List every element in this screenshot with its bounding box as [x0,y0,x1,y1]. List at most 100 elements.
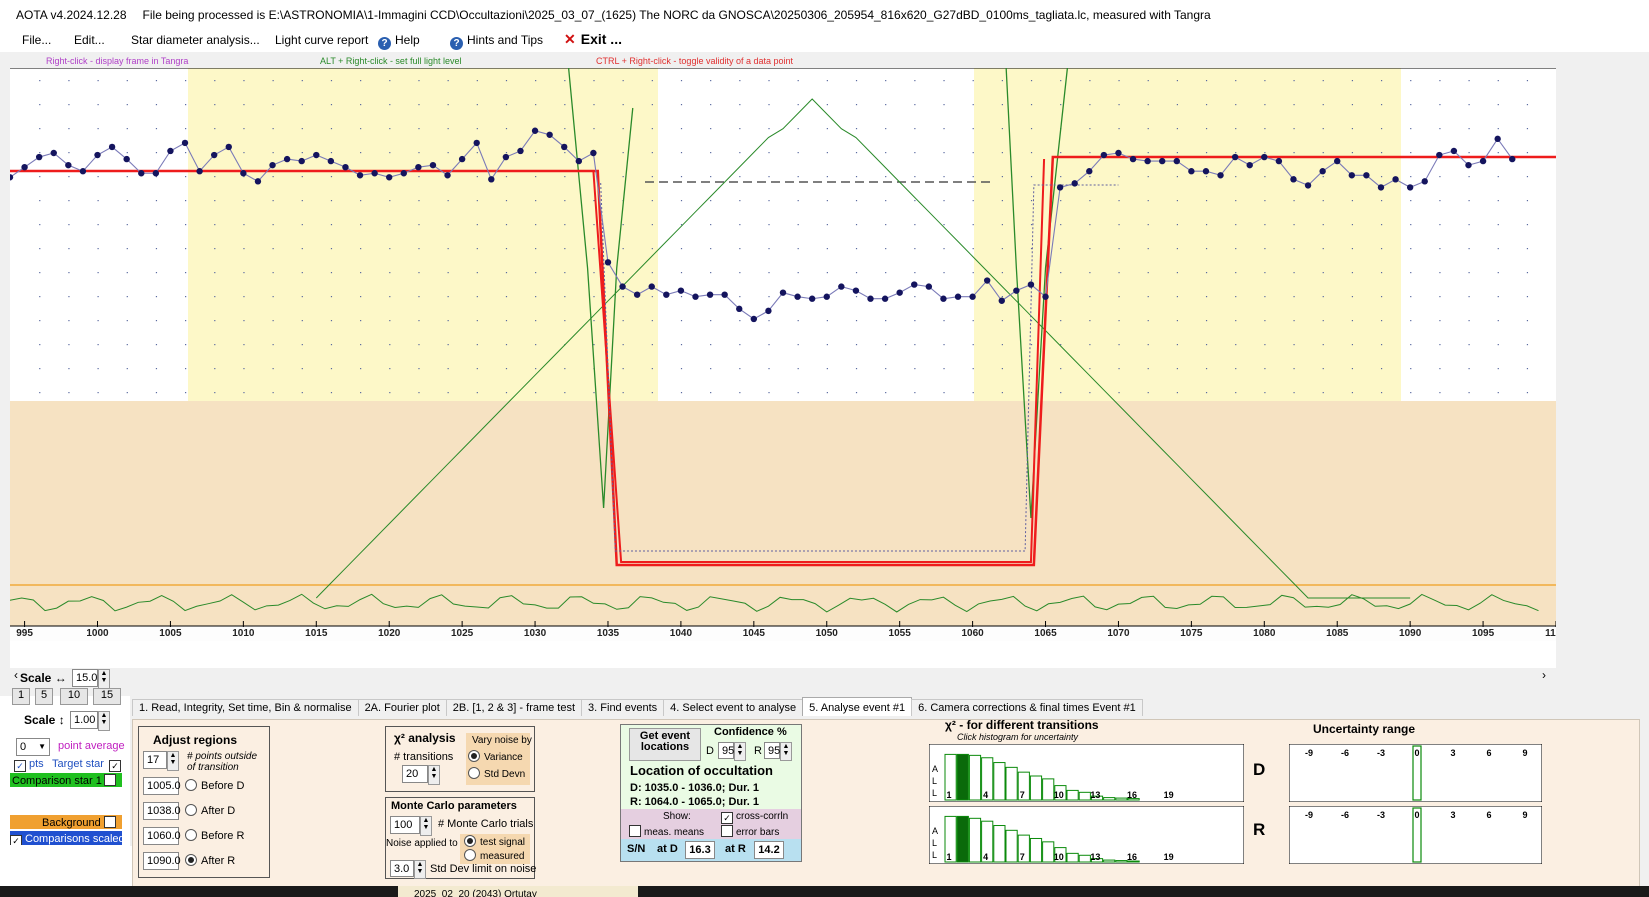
data-point[interactable] [1100,151,1108,159]
scroll-right-icon[interactable]: › [1542,668,1546,682]
data-point[interactable] [1261,153,1268,161]
error-bars-checkbox[interactable] [721,825,733,837]
data-point[interactable] [546,131,553,138]
data-point[interactable] [1319,168,1326,175]
histogram-bar[interactable] [1029,775,1043,801]
menu-help[interactable]: ? Help [378,33,420,50]
scale-button-1[interactable]: 1 [12,688,30,705]
data-point[interactable] [167,147,174,155]
confidence-d-spinner[interactable]: ▲ ▼ [734,742,746,761]
pts-checkbox[interactable]: ✓ pts [14,758,44,772]
comparison-star-checkbox[interactable] [104,774,116,786]
transitions-value[interactable]: 20 [402,765,428,783]
data-point[interactable] [1129,155,1137,163]
data-point[interactable] [808,295,816,302]
data-point[interactable] [765,307,772,315]
scale-vertical-spinner[interactable]: ▲ ▼ [98,711,110,731]
data-point[interactable] [517,147,524,155]
data-point[interactable] [721,291,728,298]
data-point[interactable] [648,283,655,290]
data-point[interactable] [429,161,437,169]
data-point[interactable] [1027,281,1035,288]
data-point[interactable] [823,293,830,300]
points-outside-spinner[interactable]: ▲ ▼ [167,751,179,771]
comparisons-scaled-row[interactable]: ✓ Comparisons scaled [10,831,122,845]
transitions-spinner[interactable]: ▲ ▼ [428,765,440,785]
histogram-bar[interactable] [956,753,969,801]
data-point[interactable] [1275,157,1283,165]
data-point[interactable] [444,172,451,179]
data-point[interactable] [50,149,57,157]
data-point[interactable] [21,163,28,171]
data-point[interactable] [356,172,364,179]
data-point[interactable] [1494,135,1501,143]
data-point[interactable] [108,143,116,151]
monte-carlo-trials-spinner[interactable]: ▲ ▼ [420,816,432,836]
histogram-bar[interactable] [1115,797,1128,801]
histogram-bar[interactable] [968,754,982,801]
before-r-value[interactable]: 1060.0 [143,827,181,845]
data-point[interactable] [633,291,641,298]
data-point[interactable] [123,155,130,163]
after-r-value[interactable]: 1090.0 [143,852,181,870]
data-point[interactable] [502,153,510,161]
data-point[interactable] [458,155,466,163]
data-point[interactable] [1450,147,1458,155]
data-point[interactable] [750,315,758,323]
data-point[interactable] [677,287,685,294]
horizontal-scrollbar[interactable]: ‹ › [10,668,1638,684]
background-row[interactable]: Background [10,815,122,829]
menu-light-curve-report[interactable]: Light curve report [275,33,368,47]
data-point[interactable] [152,170,160,177]
menu-hints[interactable]: ? Hints and Tips [450,33,543,50]
data-point[interactable] [663,291,670,298]
data-point[interactable] [983,277,991,284]
measured-option[interactable]: measured [464,849,524,862]
tab-find-events[interactable]: 3. Find events [581,699,665,716]
data-point[interactable] [1436,151,1443,159]
data-point[interactable] [1421,178,1428,185]
test-signal-option[interactable]: test signal [464,835,525,848]
data-point[interactable] [342,163,349,171]
data-point[interactable] [911,281,918,288]
scale-button-10[interactable]: 10 [60,688,88,705]
data-point[interactable] [65,161,72,169]
before-r-radio[interactable] [185,829,197,841]
points-outside-value[interactable]: 17 [143,751,167,769]
data-point[interactable] [590,149,597,157]
before-d-value[interactable]: 1005.0 [143,777,181,795]
histogram-bar[interactable] [993,762,1006,801]
before-r-option[interactable]: Before R [185,829,244,842]
data-point[interactable] [1115,149,1122,157]
data-point[interactable] [196,168,203,175]
data-point[interactable] [1465,161,1472,169]
data-point[interactable] [473,139,480,147]
after-d-option[interactable]: After D [185,804,235,817]
cross-corr-checkbox[interactable]: ✓ [721,812,733,824]
histogram-bar[interactable] [1066,852,1079,863]
menu-file[interactable]: File... [22,33,51,47]
histogram-bar[interactable] [968,817,982,863]
data-point[interactable] [619,283,626,290]
data-point[interactable] [1304,182,1312,189]
histogram-bar[interactable] [1066,789,1079,801]
before-d-radio[interactable] [185,779,197,791]
variance-radio[interactable] [468,750,480,762]
data-point[interactable] [79,168,87,175]
error-bars-option[interactable]: error bars [721,825,779,838]
std-devn-radio[interactable] [468,767,480,779]
std-devn-option[interactable]: Std Devn [468,767,525,780]
data-point[interactable] [1290,176,1297,183]
confidence-d-value[interactable]: 95 [718,742,734,759]
data-point[interactable] [896,289,903,296]
data-point[interactable] [1056,184,1064,191]
tab-read[interactable]: 1. Read, Integrity, Set time, Bin & norm… [132,699,359,716]
get-event-locations-button[interactable]: Get event locations [629,728,701,761]
std-limit-spinner[interactable]: ▲ ▼ [414,860,426,879]
histogram-bar[interactable] [1029,837,1043,863]
histogram-bar[interactable] [1005,829,1018,863]
confidence-r-value[interactable]: 95 [764,742,780,759]
data-point[interactable] [1246,161,1253,169]
meas-means-option[interactable]: meas. means [629,825,704,838]
data-point[interactable] [838,283,845,290]
